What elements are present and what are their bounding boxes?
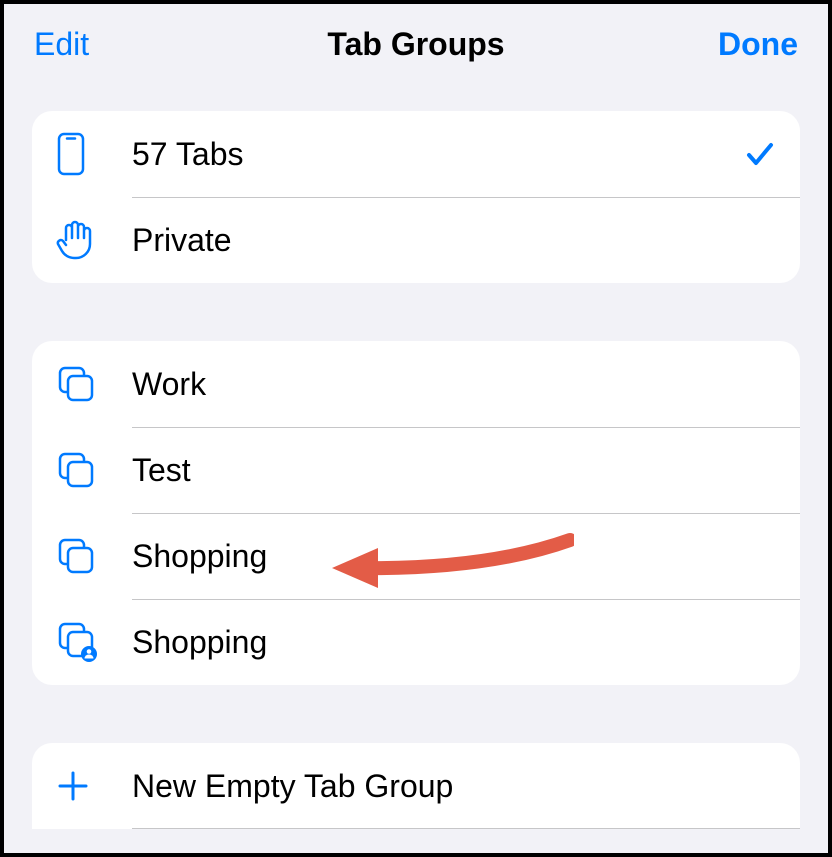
- new-group-section: New Empty Tab Group: [32, 743, 800, 829]
- custom-groups-section: Work Test Shopping: [32, 341, 800, 685]
- phone-icon: [56, 132, 132, 176]
- tab-group-label: Test: [132, 452, 780, 489]
- hand-icon: [56, 220, 132, 260]
- checkmark-icon: [740, 138, 780, 170]
- new-empty-tab-group-button[interactable]: New Empty Tab Group: [32, 743, 800, 829]
- tab-group-shopping[interactable]: Shopping: [32, 513, 800, 599]
- group-shared-icon: [56, 620, 132, 664]
- page-title: Tab Groups: [154, 26, 678, 63]
- tab-group-shopping-shared[interactable]: Shopping: [32, 599, 800, 685]
- plus-icon: [56, 769, 132, 803]
- tab-group-label: 57 Tabs: [132, 136, 740, 173]
- header: Edit Tab Groups Done: [4, 4, 828, 73]
- group-icon: [56, 536, 132, 576]
- tab-group-all-tabs[interactable]: 57 Tabs: [32, 111, 800, 197]
- tab-group-label: Shopping: [132, 538, 780, 575]
- tab-group-label: Private: [132, 222, 780, 259]
- tab-group-test[interactable]: Test: [32, 427, 800, 513]
- edit-button[interactable]: Edit: [34, 26, 89, 62]
- new-group-label: New Empty Tab Group: [132, 768, 780, 805]
- group-icon: [56, 364, 132, 404]
- tab-group-private[interactable]: Private: [32, 197, 800, 283]
- group-icon: [56, 450, 132, 490]
- system-groups-section: 57 Tabs Private: [32, 111, 800, 283]
- tab-group-work[interactable]: Work: [32, 341, 800, 427]
- tab-group-label: Work: [132, 366, 780, 403]
- done-button[interactable]: Done: [718, 26, 798, 62]
- tab-group-label: Shopping: [132, 624, 780, 661]
